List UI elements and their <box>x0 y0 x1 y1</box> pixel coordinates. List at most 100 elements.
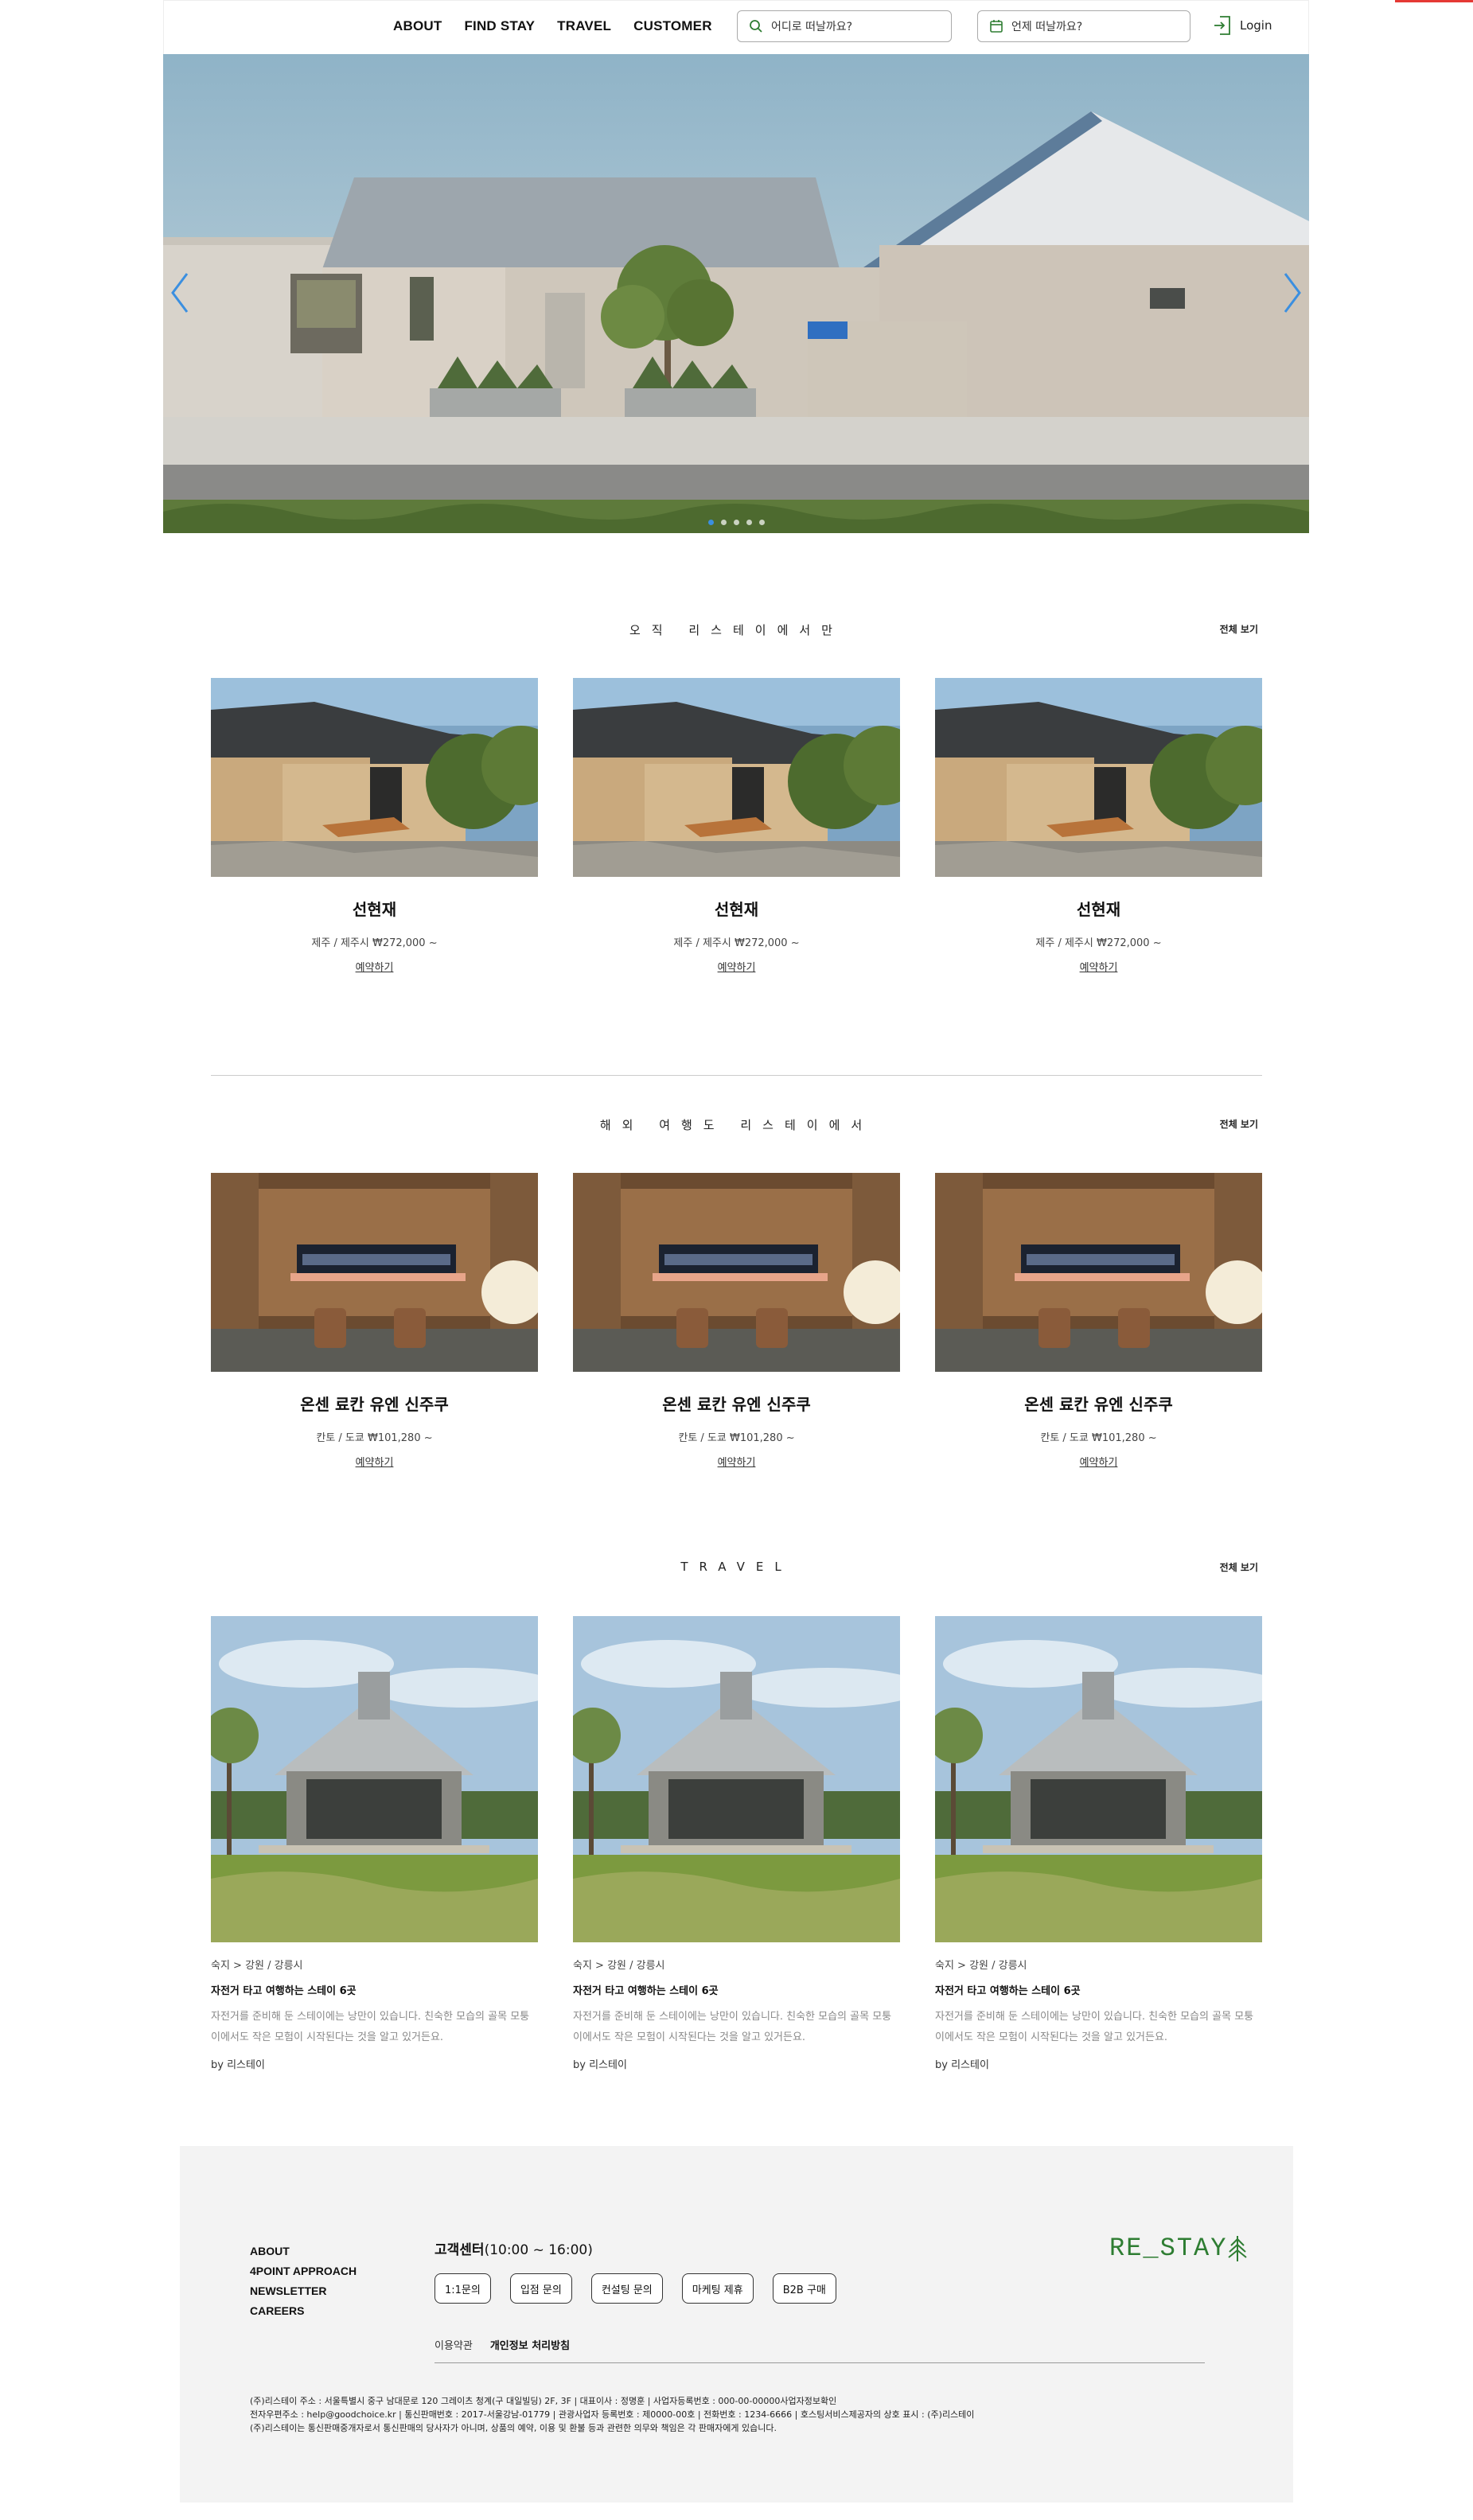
stay-card-book-link[interactable]: 예약하기 <box>573 959 900 974</box>
nav-about[interactable]: ABOUT <box>393 18 442 34</box>
stay-card-book-link[interactable]: 예약하기 <box>211 959 538 974</box>
stay-card-name: 선현재 <box>352 900 397 919</box>
hero-dot[interactable] <box>746 520 752 525</box>
hero-dot[interactable] <box>758 520 765 525</box>
hero-dot[interactable] <box>707 520 714 525</box>
search-icon <box>750 20 762 33</box>
travel-view-all-link[interactable]: 전체 보기 <box>1220 1560 1258 1574</box>
stay-card[interactable]: 선현재 제주 / 제주시 ₩272,000 ~ 예약하기 <box>935 678 1262 974</box>
chevron-left-icon <box>171 273 189 313</box>
travel-card-title: 자전거 타고 여행하는 스테이 6곳 <box>211 1985 357 1997</box>
hero-pagination <box>163 520 1309 525</box>
stay-card-book-link[interactable]: 예약하기 <box>211 1454 538 1469</box>
stay-card-image <box>211 678 538 877</box>
stay-card-name: 온센 료칸 유엔 신주쿠 <box>1024 1395 1173 1414</box>
stay-card[interactable]: 온센 료칸 유엔 신주쿠 칸토 / 도쿄 ₩101,280 ~ 예약하기 <box>211 1173 538 1469</box>
when-date-field[interactable]: 언제 떠날까요? <box>977 10 1190 42</box>
site-footer: ABOUT 4POINT APPROACH NEWSLETTER CAREERS… <box>180 2146 1293 2502</box>
site-header: ABOUT FIND STAY TRAVEL CUSTOMER 어디로 떠날까요… <box>163 0 1309 54</box>
travel-card-location: 숙지 > 강원 / 강릉시 <box>211 1960 303 1972</box>
where-search-field[interactable]: 어디로 떠날까요? <box>737 10 952 42</box>
terms-link[interactable]: 이용약관 <box>434 2337 473 2352</box>
login-label: Login <box>1240 18 1272 33</box>
exclusive-card-list: 선현재 제주 / 제주시 ₩272,000 ~ 예약하기 선현재 제주 / 제주… <box>211 678 1262 974</box>
calendar-icon <box>990 20 1003 33</box>
travel-card-title: 자전거 타고 여행하는 스테이 6곳 <box>935 1985 1081 1997</box>
travel-card-author: by 리스테이 <box>573 2059 627 2071</box>
hero-dot[interactable] <box>733 520 739 525</box>
when-placeholder: 언제 떠날까요? <box>1011 21 1083 33</box>
legal-line: (주)리스테이 주소 : 서울특별시 중구 남대문로 120 그레이츠 청계(구… <box>250 2396 837 2406</box>
stay-card[interactable]: 선현재 제주 / 제주시 ₩272,000 ~ 예약하기 <box>211 678 538 974</box>
footer-divider <box>434 2362 1205 2363</box>
stay-card-image <box>573 678 900 877</box>
footer-link-newsletter[interactable]: NEWSLETTER <box>250 2281 357 2301</box>
stay-card-name: 온센 료칸 유엔 신주쿠 <box>300 1395 449 1414</box>
stay-card-location: 제주 / 제주시 ₩272,000 ~ <box>673 937 800 949</box>
login-icon <box>1214 16 1230 35</box>
travel-card-description: 자전거를 준비해 둔 스테이에는 낭만이 있습니다. 친숙한 모습의 골목 모퉁… <box>573 2011 892 2043</box>
hero-image <box>163 54 1309 533</box>
exclusive-view-all-link[interactable]: 전체 보기 <box>1220 622 1258 636</box>
stay-card-location: 제주 / 제주시 ₩272,000 ~ <box>311 937 438 949</box>
travel-card-image <box>211 1616 538 1942</box>
footer-link-careers[interactable]: CAREERS <box>250 2301 357 2321</box>
nav-travel[interactable]: TRAVEL <box>557 18 611 34</box>
stay-card[interactable]: 온센 료칸 유엔 신주쿠 칸토 / 도쿄 ₩101,280 ~ 예약하기 <box>935 1173 1262 1469</box>
nav-customer[interactable]: CUSTOMER <box>633 18 712 34</box>
travel-card-author: by 리스테이 <box>935 2059 989 2071</box>
where-placeholder: 어디로 떠날까요? <box>771 21 853 33</box>
stay-card-location: 칸토 / 도쿄 ₩101,280 ~ <box>678 1432 795 1444</box>
stay-card[interactable]: 선현재 제주 / 제주시 ₩272,000 ~ 예약하기 <box>573 678 900 974</box>
main-nav: ABOUT FIND STAY TRAVEL CUSTOMER <box>393 18 712 34</box>
restay-logo[interactable]: RE_STAY <box>1109 2234 1248 2263</box>
customer-center-hours: (10:00 ~ 16:00) <box>484 2242 593 2258</box>
travel-card[interactable]: 숙지 > 강원 / 강릉시 자전거 타고 여행하는 스테이 6곳 자전거를 준비… <box>211 1616 538 2071</box>
stay-card[interactable]: 온센 료칸 유엔 신주쿠 칸토 / 도쿄 ₩101,280 ~ 예약하기 <box>573 1173 900 1469</box>
overseas-card-list: 온센 료칸 유엔 신주쿠 칸토 / 도쿄 ₩101,280 ~ 예약하기 온센 … <box>211 1173 1262 1469</box>
stay-card-location: 제주 / 제주시 ₩272,000 ~ <box>1035 937 1162 949</box>
partner-inquiry-button[interactable]: 입점 문의 <box>509 2273 572 2304</box>
footer-policy-links: 이용약관 개인정보 처리방침 <box>434 2337 570 2352</box>
b2b-purchase-button[interactable]: B2B 구매 <box>772 2273 836 2304</box>
chevron-right-icon <box>1284 273 1301 313</box>
legal-line: (주)리스테이는 통신판매중개자로서 통신판매의 당사자가 아니며, 상품의 예… <box>250 2423 777 2433</box>
hero-next-arrow[interactable] <box>1280 269 1304 317</box>
footer-link-about[interactable]: ABOUT <box>250 2242 357 2261</box>
travel-card-title: 자전거 타고 여행하는 스테이 6곳 <box>573 1985 719 1997</box>
login-button[interactable]: Login <box>1213 15 1272 36</box>
legal-line: 전자우편주소 : help@goodchoice.kr | 통신판매번호 : 2… <box>250 2409 975 2420</box>
stay-card-image <box>935 678 1262 877</box>
stay-card-book-link[interactable]: 예약하기 <box>935 959 1262 974</box>
stay-card-location: 칸토 / 도쿄 ₩101,280 ~ <box>316 1432 433 1444</box>
travel-card-location: 숙지 > 강원 / 강릉시 <box>935 1960 1027 1972</box>
stay-card-book-link[interactable]: 예약하기 <box>573 1454 900 1469</box>
travel-card[interactable]: 숙지 > 강원 / 강릉시 자전거 타고 여행하는 스테이 6곳 자전거를 준비… <box>935 1616 1262 2071</box>
stay-card-name: 온센 료칸 유엔 신주쿠 <box>662 1395 811 1414</box>
travel-card-location: 숙지 > 강원 / 강릉시 <box>573 1960 665 1972</box>
stay-card-location: 칸토 / 도쿄 ₩101,280 ~ <box>1040 1432 1157 1444</box>
travel-card-image <box>935 1616 1262 1942</box>
privacy-link[interactable]: 개인정보 처리방침 <box>490 2337 570 2352</box>
overseas-view-all-link[interactable]: 전체 보기 <box>1220 1117 1258 1131</box>
nav-find-stay[interactable]: FIND STAY <box>464 18 535 34</box>
travel-card-image <box>573 1616 900 1942</box>
inquiry-button[interactable]: 1:1문의 <box>434 2273 491 2304</box>
travel-card[interactable]: 숙지 > 강원 / 강릉시 자전거 타고 여행하는 스테이 6곳 자전거를 준비… <box>573 1616 900 2071</box>
customer-center-label: 고객센터 <box>434 2242 485 2258</box>
travel-card-description: 자전거를 준비해 둔 스테이에는 낭만이 있습니다. 친숙한 모습의 골목 모퉁… <box>211 2011 530 2043</box>
travel-card-list: 숙지 > 강원 / 강릉시 자전거 타고 여행하는 스테이 6곳 자전거를 준비… <box>211 1616 1262 2071</box>
marketing-partnership-button[interactable]: 마케팅 제휴 <box>681 2273 754 2304</box>
footer-links: ABOUT 4POINT APPROACH NEWSLETTER CAREERS <box>250 2242 357 2321</box>
customer-center-buttons: 1:1문의 입점 문의 컨설팅 문의 마케팅 제휴 B2B 구매 <box>434 2273 836 2304</box>
logo-text: RE_STAY <box>1109 2234 1228 2263</box>
consulting-inquiry-button[interactable]: 컨설팅 문의 <box>590 2273 663 2304</box>
stay-card-book-link[interactable]: 예약하기 <box>935 1454 1262 1469</box>
footer-link-4point[interactable]: 4POINT APPROACH <box>250 2261 357 2281</box>
travel-card-description: 자전거를 준비해 둔 스테이에는 낭만이 있습니다. 친숙한 모습의 골목 모퉁… <box>935 2011 1254 2043</box>
stay-card-name: 선현재 <box>1076 900 1121 919</box>
hero-prev-arrow[interactable] <box>168 269 192 317</box>
top-accent-bar <box>1395 0 1473 2</box>
footer-legal-text: (주)리스테이 주소 : 서울특별시 중구 남대문로 120 그레이츠 청계(구… <box>250 2394 974 2435</box>
hero-dot[interactable] <box>720 520 727 525</box>
